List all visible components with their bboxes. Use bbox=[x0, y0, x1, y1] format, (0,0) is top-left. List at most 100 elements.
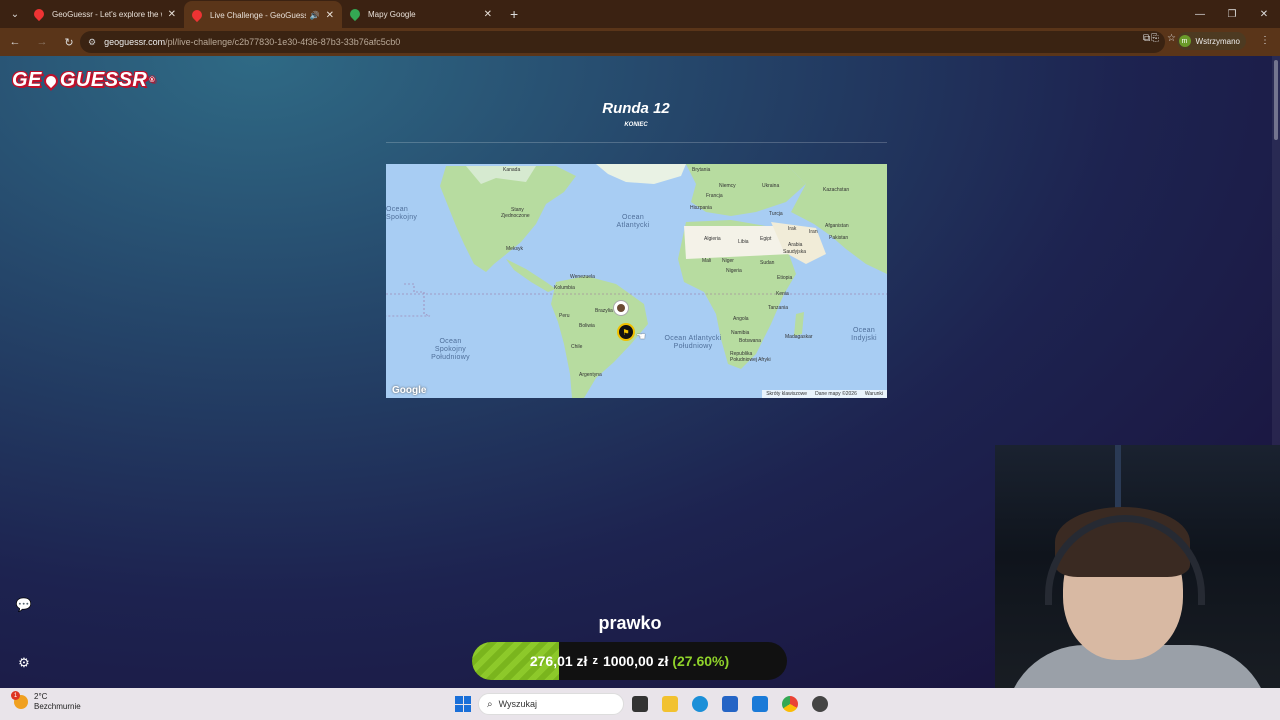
google-logo: Google bbox=[392, 385, 427, 396]
tab-live-challenge[interactable]: Live Challenge - GeoGuessr 🔊 ✕ bbox=[184, 1, 342, 29]
map-land-shapes bbox=[386, 164, 887, 398]
close-window-icon[interactable]: ✕ bbox=[1248, 0, 1280, 28]
profile-button[interactable]: m Wstrzymano bbox=[1176, 32, 1246, 50]
map-label: Meksyk bbox=[506, 246, 523, 252]
map-label: Ukraina bbox=[762, 183, 780, 189]
map-label: Namibia bbox=[731, 330, 750, 336]
map-label: Libia bbox=[738, 239, 749, 245]
gear-icon[interactable]: ⚙ bbox=[14, 653, 34, 673]
extensions-icon[interactable]: ⧉ bbox=[1143, 33, 1150, 44]
speaker-icon[interactable]: 🔊 bbox=[310, 11, 320, 20]
restore-icon[interactable]: ❐ bbox=[1216, 0, 1248, 28]
weather-sun-icon: 1 bbox=[11, 691, 28, 709]
omnibox-actions: ⎘ ☆ bbox=[1151, 33, 1176, 44]
map-label: Kazachstan bbox=[823, 187, 850, 193]
divider bbox=[386, 142, 887, 143]
windows-taskbar: 1 2°C Bezchmurnie ⌕ Wyszukaj bbox=[0, 688, 1280, 720]
map-label: Pakistan bbox=[829, 235, 849, 241]
map-label: Arabia bbox=[788, 242, 803, 248]
progress-percent: (27.60%) bbox=[672, 653, 730, 669]
windows-icon[interactable] bbox=[455, 696, 471, 712]
url-text: geoguessr.com/pl/live-challenge/c2b77830… bbox=[104, 37, 400, 47]
map-label: Brazylia bbox=[595, 308, 613, 314]
chat-icon[interactable]: 💬 bbox=[14, 595, 34, 615]
map-label: Zjednoczone bbox=[501, 213, 530, 219]
store-icon[interactable] bbox=[722, 696, 738, 712]
tab-geoguessr-home[interactable]: GeoGuessr - Let's explore the w ✕ bbox=[26, 0, 184, 28]
map-label: Madagaskar bbox=[785, 334, 813, 340]
minimize-icon[interactable]: — bbox=[1184, 0, 1216, 28]
reload-icon[interactable]: ↻ bbox=[57, 30, 81, 54]
url-field[interactable]: ⚙ geoguessr.com/pl/live-challenge/c2b778… bbox=[80, 31, 1165, 53]
progress-total: 1000,00 zł bbox=[602, 653, 669, 669]
date-line-fragment bbox=[386, 283, 431, 317]
flag-icon[interactable]: ⚑ bbox=[617, 323, 635, 341]
scrollbar-thumb[interactable] bbox=[1274, 60, 1278, 140]
close-icon[interactable]: ✕ bbox=[326, 10, 334, 21]
weather-text: 2°C Bezchmurnie bbox=[34, 692, 81, 712]
back-icon[interactable]: ← bbox=[3, 30, 27, 54]
registered-mark: ® bbox=[149, 77, 156, 84]
ocean-label: Ocean Atlantycki bbox=[616, 214, 650, 229]
site-info-icon[interactable]: ⚙ bbox=[88, 37, 96, 48]
map-label: Hiszpania bbox=[690, 205, 712, 211]
weather-widget[interactable]: 1 2°C Bezchmurnie bbox=[11, 691, 81, 712]
geoguessr-logo[interactable]: GE GUESSR ® bbox=[12, 69, 155, 92]
star-icon[interactable]: ☆ bbox=[1167, 33, 1176, 44]
terms-link[interactable]: Warunki bbox=[861, 390, 887, 398]
close-icon[interactable]: ✕ bbox=[484, 9, 492, 20]
browser-tab-strip: ⌄ GeoGuessr - Let's explore the w ✕ Live… bbox=[0, 0, 1280, 29]
madagascar-landmass bbox=[794, 312, 804, 336]
edge-icon[interactable] bbox=[692, 696, 708, 712]
forward-icon[interactable]: → bbox=[30, 30, 54, 54]
map-label: Iran bbox=[809, 229, 818, 235]
greenland-landmass bbox=[596, 164, 686, 184]
map-label: Wenezuela bbox=[570, 274, 595, 280]
map-label: Niger bbox=[722, 258, 734, 264]
map-data-attribution: Dane mapy ©2026 bbox=[815, 391, 857, 397]
ocean-label: Ocean Indyjski bbox=[851, 327, 877, 342]
map-label: Sudan bbox=[760, 260, 775, 266]
map-label: Peru bbox=[559, 313, 570, 319]
address-bar: ← → ↻ ⚙ geoguessr.com/pl/live-challenge/… bbox=[0, 28, 1280, 56]
tab-menu-icon[interactable]: ⌄ bbox=[4, 3, 26, 25]
outlook-icon[interactable] bbox=[752, 696, 768, 712]
round-title: Runda 12 bbox=[602, 100, 670, 117]
map-label: Egipt bbox=[760, 236, 772, 242]
map-label: Afganistan bbox=[825, 223, 849, 229]
task-view-icon[interactable] bbox=[632, 696, 648, 712]
logo-text-b: GUESSR bbox=[59, 69, 148, 91]
chrome-icon[interactable] bbox=[782, 696, 798, 712]
map-label: Botswana bbox=[739, 338, 761, 344]
map-label: Tanzania bbox=[768, 305, 789, 311]
map-label: Mali bbox=[702, 258, 712, 264]
map-label: Argentyna bbox=[579, 372, 602, 378]
map-label: Brytania bbox=[692, 167, 711, 173]
more-icon[interactable]: ⋮ bbox=[1260, 35, 1270, 46]
logo-pin-icon bbox=[41, 70, 61, 91]
app-icon[interactable] bbox=[812, 696, 828, 712]
profile-label: Wstrzymano bbox=[1195, 36, 1240, 46]
result-map[interactable]: Kanada Stany Zjednoczone Meksyk Wenezuel… bbox=[386, 164, 887, 398]
player-name: prawko bbox=[598, 613, 662, 633]
map-label: Kanada bbox=[503, 167, 521, 173]
progress-text: 276,01 zł z 1000,00 zł (27.60%) bbox=[472, 642, 787, 680]
install-icon[interactable]: ⎘ bbox=[1151, 33, 1159, 44]
player-guess-marker[interactable] bbox=[613, 300, 629, 316]
file-explorer-icon[interactable] bbox=[662, 696, 678, 712]
ocean-label: Ocean Spokojny Południowy bbox=[431, 338, 470, 361]
map-label: Republika Południowej Afryki bbox=[730, 351, 771, 363]
window-controls: — ❐ ✕ bbox=[1184, 0, 1280, 28]
taskbar-search[interactable]: ⌕ Wyszukaj bbox=[478, 693, 624, 715]
map-footer: Skróty klawiszowe Dane mapy ©2026 Warunk… bbox=[762, 390, 887, 398]
tab-title: Live Challenge - GeoGuessr bbox=[210, 10, 306, 20]
close-icon[interactable]: ✕ bbox=[168, 9, 176, 20]
mouse-cursor-icon: ☚ bbox=[636, 331, 646, 343]
map-label: Turcja bbox=[769, 211, 783, 217]
maps-favicon-icon bbox=[347, 6, 363, 22]
plus-icon[interactable]: + bbox=[510, 6, 518, 22]
map-label: Saudyjska bbox=[783, 249, 807, 255]
round-status: KONIEC bbox=[624, 122, 648, 128]
keyboard-shortcuts-link[interactable]: Skróty klawiszowe bbox=[762, 390, 811, 398]
tab-google-maps[interactable]: Mapy Google ✕ bbox=[342, 0, 500, 28]
